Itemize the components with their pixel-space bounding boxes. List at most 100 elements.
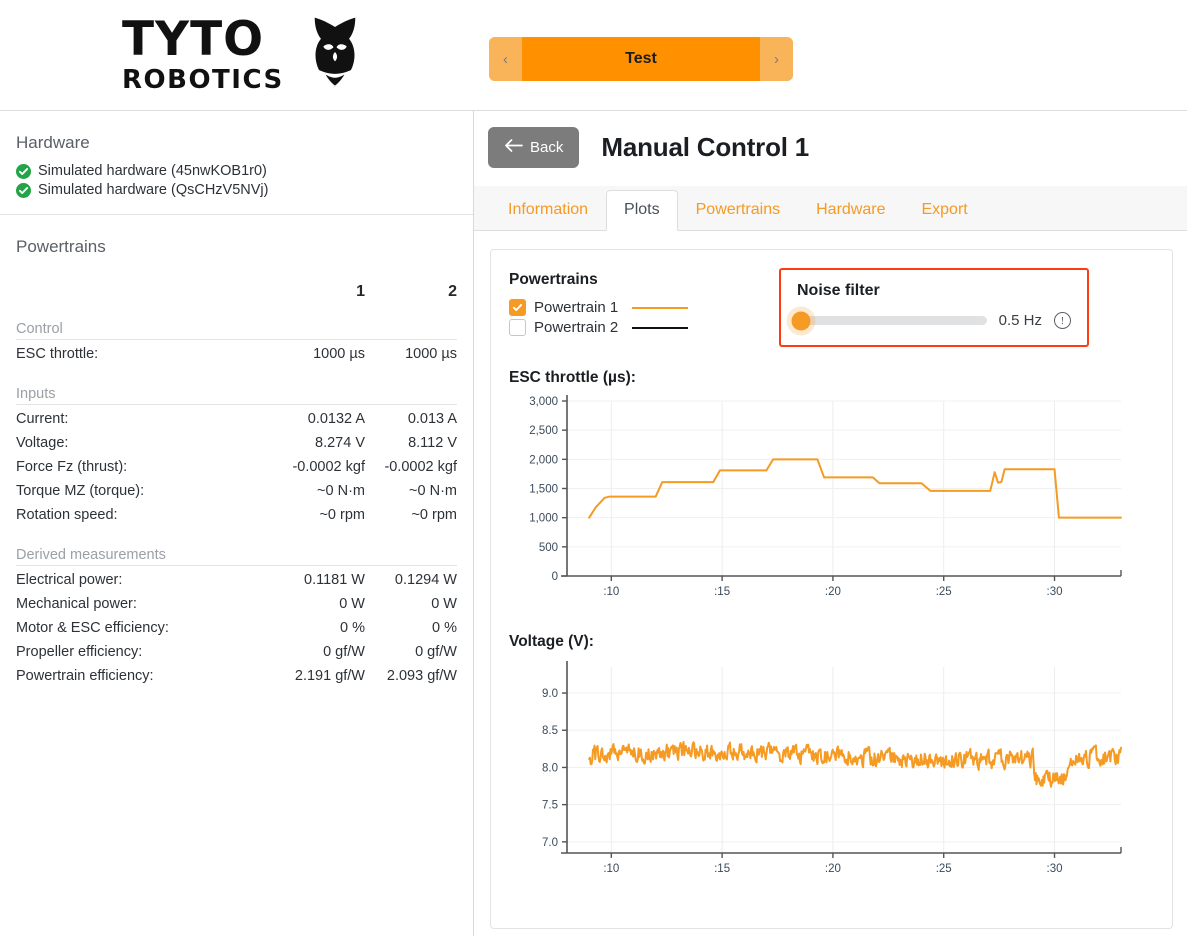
- info-circle-icon[interactable]: !: [1054, 312, 1071, 329]
- top-bar: TYTO ROBOTICS ‹ Test ›: [0, 0, 1187, 110]
- brand-logo: TYTO ROBOTICS: [122, 12, 357, 97]
- svg-text::30: :30: [1047, 586, 1063, 598]
- table-row: Rotation speed: ~0 rpm ~0 rpm: [16, 503, 457, 527]
- row-value-2: -0.0002 kgf: [365, 459, 457, 475]
- tab-information[interactable]: Information: [490, 190, 606, 231]
- legend-line-powertrain-1: [632, 307, 688, 309]
- legend-item-powertrain-2[interactable]: Powertrain 2: [509, 319, 771, 336]
- hardware-item[interactable]: Simulated hardware (45nwKOB1r0): [16, 163, 457, 179]
- sidebar-divider: [0, 214, 473, 215]
- legend-item-powertrain-1[interactable]: Powertrain 1: [509, 299, 771, 316]
- row-value-2: 0 gf/W: [365, 644, 457, 660]
- row-value-1: 0 gf/W: [273, 644, 365, 660]
- tab-bar: Information Plots Powertrains Hardware E…: [474, 186, 1187, 231]
- chart-title-esc-throttle: ESC throttle (µs):: [509, 369, 1154, 387]
- brand-line1: TYTO: [122, 16, 284, 63]
- test-navigator[interactable]: ‹ Test ›: [489, 37, 793, 81]
- svg-text:7.5: 7.5: [542, 800, 558, 812]
- back-button[interactable]: Back: [488, 127, 579, 168]
- sidebar: Hardware Simulated hardware (45nwKOB1r0)…: [0, 111, 473, 936]
- svg-text::30: :30: [1047, 863, 1063, 875]
- current-test-label[interactable]: Test: [522, 37, 760, 81]
- tab-hardware[interactable]: Hardware: [798, 190, 903, 231]
- svg-text:7.0: 7.0: [542, 837, 558, 849]
- hardware-item[interactable]: Simulated hardware (QsCHzV5NVj): [16, 182, 457, 198]
- svg-text::10: :10: [603, 586, 619, 598]
- arrow-left-icon: [504, 139, 523, 156]
- svg-text:3,000: 3,000: [529, 396, 558, 408]
- owl-icon: [296, 13, 374, 96]
- checkbox-powertrain-2[interactable]: [509, 319, 526, 336]
- svg-text:8.0: 8.0: [542, 762, 558, 774]
- noise-filter-slider-thumb[interactable]: [791, 311, 810, 330]
- noise-filter-value: 0.5 Hz: [999, 312, 1042, 329]
- table-row: Voltage: 8.274 V 8.112 V: [16, 431, 457, 455]
- chart-voltage: 7.07.58.08.59.0:10:15:20:25:30: [509, 655, 1154, 890]
- svg-text:2,500: 2,500: [529, 425, 558, 437]
- check-circle-icon: [16, 164, 31, 179]
- legend-label-powertrain-1: Powertrain 1: [534, 299, 618, 316]
- row-label: Rotation speed:: [16, 507, 273, 523]
- tab-powertrains[interactable]: Powertrains: [678, 190, 798, 231]
- table-row: Torque MZ (torque): ~0 N·m ~0 N·m: [16, 479, 457, 503]
- svg-text:1,000: 1,000: [529, 513, 558, 525]
- group-label-control: Control: [16, 321, 457, 337]
- table-row: Powertrain efficiency: 2.191 gf/W 2.093 …: [16, 664, 457, 688]
- row-value-2: 8.112 V: [365, 435, 457, 451]
- powertrain-legend-title: Powertrains: [509, 271, 771, 289]
- powertrains-section-title: Powertrains: [16, 237, 457, 257]
- powertrain-legend: Powertrains Powertrain 1 Powertrain 2: [509, 268, 771, 339]
- row-value-1: 0 %: [273, 620, 365, 636]
- noise-filter-slider[interactable]: [797, 316, 987, 325]
- page-title: Manual Control 1: [601, 132, 809, 163]
- chart-esc-throttle: 05001,0001,5002,0002,5003,000:10:15:20:2…: [509, 391, 1154, 611]
- row-value-1: 2.191 gf/W: [273, 668, 365, 684]
- hardware-section-title: Hardware: [16, 133, 457, 153]
- tab-plots[interactable]: Plots: [606, 190, 678, 231]
- group-label-inputs: Inputs: [16, 386, 457, 402]
- row-value-2: 2.093 gf/W: [365, 668, 457, 684]
- svg-text:0: 0: [552, 571, 558, 583]
- checkbox-powertrain-1[interactable]: [509, 299, 526, 316]
- svg-text:8.5: 8.5: [542, 725, 558, 737]
- chart-voltage-svg: 7.07.58.08.59.0:10:15:20:25:30: [509, 655, 1129, 885]
- powertrain-columns-header: 1 2: [16, 283, 457, 301]
- row-value-1: 1000 µs: [273, 346, 365, 362]
- tab-export[interactable]: Export: [903, 190, 985, 231]
- row-label: Electrical power:: [16, 572, 273, 588]
- app-root: TYTO ROBOTICS ‹ Test › Hardwa: [0, 0, 1187, 936]
- powertrains-section: Powertrains 1 2 Control ESC throttle: 10…: [0, 237, 473, 688]
- plot-controls: Powertrains Powertrain 1 Powertrain 2: [509, 268, 1154, 347]
- row-value-1: ~0 N·m: [273, 483, 365, 499]
- row-value-1: -0.0002 kgf: [273, 459, 365, 475]
- row-value-2: 0.1294 W: [365, 572, 457, 588]
- row-value-2: ~0 rpm: [365, 507, 457, 523]
- table-row: Mechanical power: 0 W 0 W: [16, 592, 457, 616]
- row-value-1: 0.1181 W: [273, 572, 365, 588]
- group-rule: [16, 404, 457, 405]
- row-label: Current:: [16, 411, 273, 427]
- svg-text:2,000: 2,000: [529, 454, 558, 466]
- main-content: Back Manual Control 1 Information Plots …: [474, 111, 1187, 936]
- row-value-2: 1000 µs: [365, 346, 457, 362]
- group-rule: [16, 565, 457, 566]
- svg-text::15: :15: [714, 586, 730, 598]
- table-row: Current: 0.0132 A 0.013 A: [16, 407, 457, 431]
- prev-test-button[interactable]: ‹: [489, 37, 522, 81]
- noise-filter-title: Noise filter: [797, 282, 1071, 300]
- content-header: Back Manual Control 1: [474, 111, 1187, 168]
- hardware-section: Hardware Simulated hardware (45nwKOB1r0)…: [0, 133, 473, 198]
- chart-title-voltage: Voltage (V):: [509, 633, 1154, 651]
- row-value-2: ~0 N·m: [365, 483, 457, 499]
- brand-text: TYTO ROBOTICS: [122, 16, 284, 93]
- next-test-button[interactable]: ›: [760, 37, 793, 81]
- row-label: Motor & ESC efficiency:: [16, 620, 273, 636]
- svg-text:1,500: 1,500: [529, 484, 558, 496]
- table-row: Propeller efficiency: 0 gf/W 0 gf/W: [16, 640, 457, 664]
- svg-text::25: :25: [936, 586, 952, 598]
- table-row: ESC throttle: 1000 µs 1000 µs: [16, 342, 457, 366]
- table-row: Electrical power: 0.1181 W 0.1294 W: [16, 568, 457, 592]
- column-header-2: 2: [365, 283, 457, 301]
- row-label: Voltage:: [16, 435, 273, 451]
- row-label: Torque MZ (torque):: [16, 483, 273, 499]
